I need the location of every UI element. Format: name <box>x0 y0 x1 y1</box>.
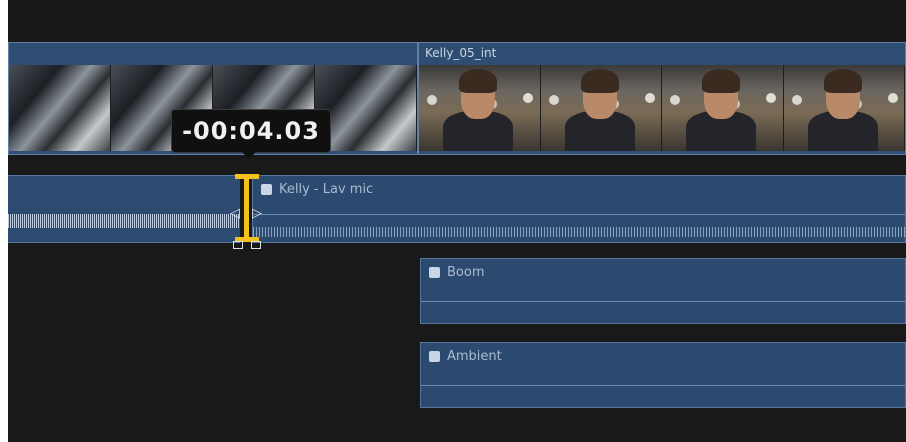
thumbnail <box>540 65 662 151</box>
clip-header: Kelly_05_int <box>419 43 905 65</box>
timecode-value: -00:04.03 <box>182 117 320 145</box>
clip-header <box>9 43 417 65</box>
audio-clip-icon <box>429 351 440 362</box>
chevron-right-icon: ▷ <box>252 206 262 221</box>
video-clip-kelly[interactable]: Kelly_05_int <box>418 42 906 155</box>
audio-clip-ambient[interactable]: Ambient <box>420 342 906 408</box>
thumbnail <box>419 65 541 151</box>
thumbnail <box>9 65 111 151</box>
trim-foot-left <box>233 241 243 249</box>
trim-timecode-overlay: -00:04.03 <box>171 109 331 159</box>
timecode-pointer <box>242 152 256 159</box>
chevron-left-icon: ◁ <box>230 206 240 221</box>
divider <box>421 301 905 302</box>
audio-clip-icon <box>429 267 440 278</box>
trim-handle[interactable]: ◁ ▷ <box>230 174 264 250</box>
thumbnail <box>783 65 905 151</box>
audio-clip-label: Ambient <box>447 349 502 364</box>
trim-handle-bar <box>244 178 249 240</box>
thumbnail <box>662 65 784 151</box>
audio-clip-kelly-lav[interactable]: Kelly - Lav mic <box>252 175 906 243</box>
audio-clip-label: Kelly - Lav mic <box>279 182 374 197</box>
clip-title: Kelly_05_int <box>425 46 497 60</box>
audio-clip-car[interactable] <box>8 175 240 243</box>
divider <box>421 385 905 386</box>
divider <box>253 214 905 215</box>
audio-clip-boom[interactable]: Boom <box>420 258 906 324</box>
audio-clip-label: Boom <box>447 265 485 280</box>
audio-waveform <box>8 214 240 228</box>
trim-foot-right <box>251 241 261 249</box>
clip-filmstrip <box>419 65 905 151</box>
timeline-panel: Kelly_05_int -00:04.03 Kelly - Lav mic B… <box>8 0 906 442</box>
timeline-toolbar-area <box>8 0 906 38</box>
audio-waveform <box>253 227 905 237</box>
